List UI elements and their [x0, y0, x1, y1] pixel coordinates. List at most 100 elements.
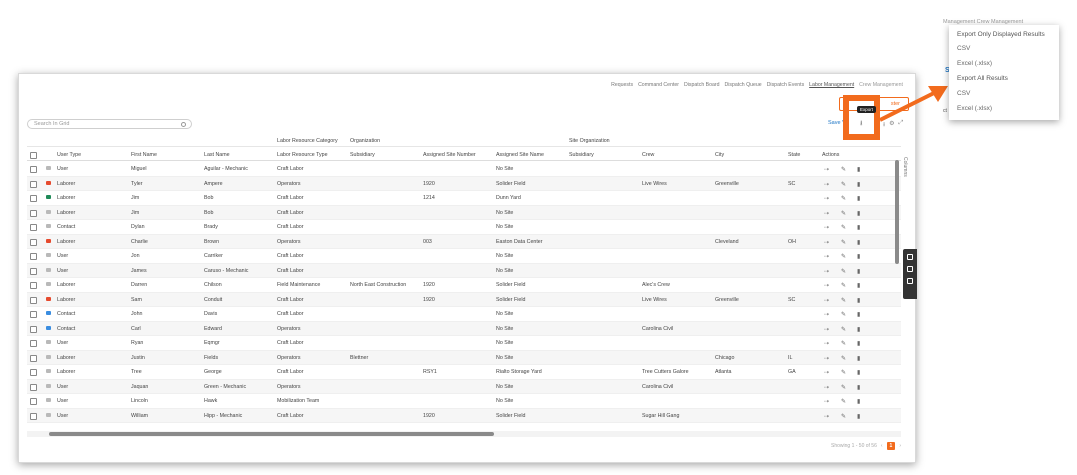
table-row[interactable]: Contact Dylan Brady Craft Labor No Site ⇢ ✎ ▮ — [27, 220, 901, 235]
delete-icon[interactable]: ▮ — [857, 282, 860, 289]
delete-icon[interactable]: ▮ — [857, 340, 860, 347]
assign-icon[interactable]: ⇢ — [824, 311, 829, 318]
delete-icon[interactable]: ▮ — [857, 253, 860, 260]
horizontal-scrollbar[interactable] — [49, 432, 494, 436]
edit-icon[interactable]: ✎ — [841, 355, 846, 362]
assign-icon[interactable]: ⇢ — [824, 224, 829, 231]
row-checkbox[interactable] — [30, 238, 37, 246]
edit-icon[interactable]: ✎ — [841, 282, 846, 289]
menu-export-all-csv[interactable]: CSV — [957, 90, 970, 97]
row-checkbox[interactable] — [30, 412, 37, 420]
delete-icon[interactable]: ▮ — [857, 210, 860, 217]
assign-icon[interactable]: ⇢ — [824, 398, 829, 405]
pager-current-page[interactable]: 1 — [886, 442, 896, 450]
table-row[interactable]: Laborer Justin Fields Operators Blettner No S… — [27, 350, 901, 365]
delete-icon[interactable]: ▮ — [857, 398, 860, 405]
table-row[interactable]: Laborer Tyler Ampere Operators 1920 Solider F… — [27, 176, 901, 191]
assign-icon[interactable]: ⇢ — [824, 195, 829, 202]
assign-icon[interactable]: ⇢ — [824, 340, 829, 347]
row-checkbox[interactable] — [30, 267, 37, 275]
delete-icon[interactable]: ▮ — [857, 311, 860, 318]
nav-labor-management[interactable]: Labor Management — [809, 82, 854, 88]
delete-icon[interactable]: ▮ — [857, 268, 860, 275]
delete-icon[interactable]: ▮ — [857, 239, 860, 246]
assign-icon[interactable]: ⇢ — [824, 282, 829, 289]
assign-icon[interactable]: ⇢ — [824, 239, 829, 246]
table-row[interactable]: User Jaquan Green - Mechanic Operators No Si… — [27, 379, 901, 394]
edit-icon[interactable]: ✎ — [841, 413, 846, 420]
assign-icon[interactable]: ⇢ — [824, 369, 829, 376]
edit-icon[interactable]: ✎ — [841, 224, 846, 231]
dock-check-icon[interactable] — [907, 254, 913, 260]
col-city[interactable]: City — [715, 152, 724, 158]
delete-icon[interactable]: ▮ — [857, 355, 860, 362]
row-checkbox[interactable] — [30, 166, 37, 173]
nav-command-center[interactable]: Command Center — [638, 82, 679, 88]
row-checkbox[interactable] — [30, 325, 37, 333]
edit-icon[interactable]: ✎ — [841, 384, 846, 391]
row-checkbox[interactable] — [30, 296, 37, 304]
assign-icon[interactable]: ⇢ — [824, 384, 829, 391]
table-row[interactable]: User William Hipp - Mechanic Craft Labor 192… — [27, 408, 901, 423]
menu-export-displayed-csv[interactable]: CSV — [957, 45, 970, 52]
col-first-name[interactable]: First Name — [131, 152, 157, 158]
assign-icon[interactable]: ⇢ — [824, 297, 829, 304]
table-row[interactable]: Laborer Darren Chilson Field Maintenance Nor… — [27, 278, 901, 293]
row-checkbox[interactable] — [30, 253, 37, 260]
assign-icon[interactable]: ⇢ — [824, 413, 829, 420]
delete-icon[interactable]: ▮ — [857, 166, 860, 173]
assign-icon[interactable]: ⇢ — [824, 326, 829, 333]
row-checkbox[interactable] — [30, 369, 37, 376]
edit-icon[interactable]: ✎ — [841, 239, 846, 246]
table-row[interactable]: Laborer Tree George Craft Labor RSY1 Rialto S… — [27, 365, 901, 380]
col-assigned-site-name[interactable]: Assigned Site Name — [496, 152, 544, 158]
row-checkbox[interactable] — [30, 224, 37, 231]
delete-icon[interactable]: ▮ — [857, 297, 860, 304]
grid-search-input[interactable]: Search In Grid — [27, 119, 192, 129]
dock-filter-icon[interactable] — [907, 278, 913, 284]
row-checkbox[interactable] — [30, 282, 37, 289]
prev-page-icon[interactable]: ‹ — [881, 443, 883, 449]
assign-icon[interactable]: ⇢ — [824, 210, 829, 217]
menu-export-all-xlsx[interactable]: Excel (.xlsx) — [957, 105, 992, 112]
col-last-name[interactable]: Last Name — [204, 152, 230, 158]
delete-icon[interactable]: ▮ — [857, 369, 860, 376]
edit-icon[interactable]: ✎ — [841, 253, 846, 260]
table-row[interactable]: Laborer Sam Conduit Craft Labor 1920 Solider … — [27, 292, 901, 307]
col-user-type[interactable]: User Type — [57, 152, 81, 158]
table-row[interactable]: User Miguel Aguilar - Mechanic Craft Labor N… — [27, 162, 901, 177]
edit-icon[interactable]: ✎ — [841, 398, 846, 405]
nav-dispatch-board[interactable]: Dispatch Board — [684, 82, 719, 88]
select-all-checkbox[interactable] — [30, 152, 37, 159]
assign-icon[interactable]: ⇢ — [824, 268, 829, 275]
dock-phone-icon[interactable] — [907, 266, 913, 272]
edit-icon[interactable]: ✎ — [841, 166, 846, 173]
assign-icon[interactable]: ⇢ — [824, 253, 829, 260]
row-checkbox[interactable] — [30, 383, 37, 391]
next-page-icon[interactable]: › — [899, 443, 901, 449]
edit-icon[interactable]: ✎ — [841, 297, 846, 304]
delete-icon[interactable]: ▮ — [857, 181, 860, 188]
vertical-scrollbar[interactable] — [895, 160, 899, 264]
table-row[interactable]: User James Caruso - Mechanic Craft Labor No … — [27, 263, 901, 278]
row-checkbox[interactable] — [30, 195, 37, 202]
table-row[interactable]: User Ryan Eqmgr Craft Labor No Site ⇢ ✎ ▮ — [27, 336, 901, 351]
delete-icon[interactable]: ▮ — [857, 195, 860, 202]
col-labor-resource-type[interactable]: Labor Resource Type — [277, 152, 328, 158]
delete-icon[interactable]: ▮ — [857, 384, 860, 391]
menu-export-displayed-xlsx[interactable]: Excel (.xlsx) — [957, 60, 992, 67]
edit-icon[interactable]: ✎ — [841, 181, 846, 188]
edit-icon[interactable]: ✎ — [841, 326, 846, 333]
col-crew[interactable]: Crew — [642, 152, 654, 158]
edit-icon[interactable]: ✎ — [841, 210, 846, 217]
delete-icon[interactable]: ▮ — [857, 326, 860, 333]
edit-icon[interactable]: ✎ — [841, 311, 846, 318]
assign-icon[interactable]: ⇢ — [824, 166, 829, 173]
edit-icon[interactable]: ✎ — [841, 195, 846, 202]
table-row[interactable]: Laborer Jim Bob Craft Labor 1214 Dunn Yard ⇢ ✎ ▮ — [27, 191, 901, 206]
col-state[interactable]: State — [788, 152, 800, 158]
assign-icon[interactable]: ⇢ — [824, 355, 829, 362]
table-row[interactable]: User Lincoln Hawk Mobilization Team No Site ⇢… — [27, 394, 901, 409]
row-checkbox[interactable] — [30, 180, 37, 188]
table-row[interactable]: Laborer Jim Bob Craft Labor No Site ⇢ ✎ ▮ — [27, 205, 901, 220]
